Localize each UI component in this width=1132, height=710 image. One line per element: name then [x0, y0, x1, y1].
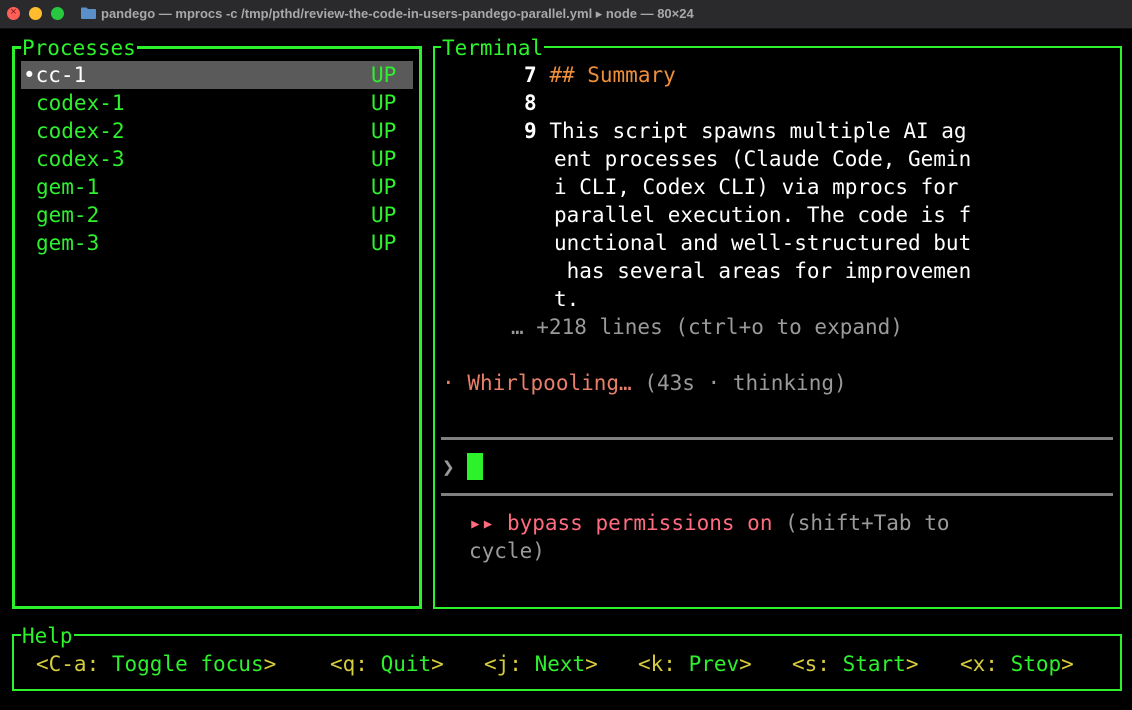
status-word: Whirlpooling… [467, 371, 632, 395]
help-toggle-focus: <C-a: Toggle focus> [36, 650, 276, 678]
help-key: <q: [330, 652, 368, 676]
process-name: gem-2 [36, 203, 100, 227]
process-status: UP [371, 231, 397, 255]
help-close: > [585, 652, 598, 676]
process-name: gem-1 [36, 175, 100, 199]
process-name: gem-3 [36, 231, 100, 255]
wrapped-line: has several areas for improvemen [554, 259, 972, 283]
process-item-codex-1[interactable]: codex-1 UP [36, 89, 408, 117]
prompt-divider-top [441, 437, 1113, 440]
help-close: > [739, 652, 752, 676]
close-window-button[interactable]: × [7, 6, 20, 20]
wrapped-line: ent processes (Claude Code, Gemin [554, 147, 972, 171]
close-icon: × [10, 6, 17, 18]
help-key: <k: [638, 652, 676, 676]
line-number: 9 [524, 119, 537, 143]
help-panel-title: Help [21, 624, 74, 648]
line-text: This script spawns multiple AI ag [549, 119, 967, 143]
process-item-cc-1[interactable]: •cc-1 UP [23, 61, 408, 89]
help-key: <C-a: [36, 652, 100, 676]
process-name: codex-1 [36, 91, 125, 115]
expand-more-lines[interactable]: … +218 lines (ctrl+o to expand) [511, 313, 903, 341]
help-key: <j: [484, 652, 522, 676]
code-line-8: 8 [524, 89, 549, 117]
window-title: pandego — mprocs -c /tmp/pthd/review-the… [101, 6, 694, 21]
terminal-panel-title: Terminal [441, 36, 545, 60]
zoom-window-button[interactable] [51, 7, 64, 20]
help-close: > [263, 652, 277, 676]
process-item-codex-2[interactable]: codex-2 UP [36, 117, 408, 145]
help-next: <j: Next> [484, 650, 598, 678]
wrapped-line: i CLI, Codex CLI) via mprocs for [554, 175, 959, 199]
wrapped-line: unctional and well-structured but [554, 231, 972, 255]
prompt-divider-bottom [441, 493, 1113, 496]
process-status: UP [371, 203, 397, 227]
help-label: Start [842, 652, 906, 676]
process-name: •cc-1 [23, 63, 87, 87]
process-status: UP [371, 147, 397, 171]
help-stop: <x: Stop> [960, 650, 1074, 678]
fast-forward-icon: ▸▸ [469, 511, 495, 535]
line-number: 7 [524, 63, 537, 87]
mode-hint: (shift+Tab to [785, 511, 950, 535]
process-item-gem-2[interactable]: gem-2 UP [36, 201, 408, 229]
wrapped-line: t. [554, 287, 580, 311]
code-line-9: 9 This script spawns multiple AI ag [524, 117, 967, 145]
process-status: UP [371, 63, 397, 87]
help-quit: <q: Quit> [330, 650, 444, 678]
line-number: 8 [524, 91, 537, 115]
prompt-input-cursor[interactable] [467, 453, 483, 480]
wrapped-line: parallel execution. The code is f [554, 203, 972, 227]
mode-hint-continued: cycle) [469, 539, 545, 563]
help-key: <x: [960, 652, 998, 676]
help-key: <s: [792, 652, 830, 676]
thinking-status: · Whirlpooling… (43s · thinking) [442, 369, 847, 397]
help-close: > [431, 652, 444, 676]
process-name: codex-2 [36, 119, 125, 143]
status-detail: (43s · thinking) [644, 371, 847, 395]
process-item-codex-3[interactable]: codex-3 UP [36, 145, 408, 173]
process-status: UP [371, 119, 397, 143]
help-label: Next [534, 652, 586, 676]
processes-panel-title: Processes [21, 36, 137, 60]
line-text: ## Summary [549, 63, 676, 87]
help-label: Stop [1010, 652, 1062, 676]
help-label: Quit [380, 652, 432, 676]
help-prev: <k: Prev> [638, 650, 752, 678]
process-item-gem-1[interactable]: gem-1 UP [36, 173, 408, 201]
help-start: <s: Start> [792, 650, 918, 678]
permission-mode-indicator: ▸▸ bypass permissions on (shift+Tab to [469, 509, 950, 537]
help-label: Prev [688, 652, 740, 676]
help-close: > [1061, 652, 1074, 676]
minimize-window-button[interactable] [29, 7, 42, 20]
mode-label: bypass permissions on [506, 511, 773, 535]
process-status: UP [371, 175, 397, 199]
help-label: Toggle focus [111, 652, 264, 676]
process-status: UP [371, 91, 397, 115]
status-dot: · [442, 371, 455, 395]
window-titlebar: × pandego — mprocs -c /tmp/pthd/review-t… [0, 0, 1132, 29]
process-item-gem-3[interactable]: gem-3 UP [36, 229, 408, 257]
code-line-7: 7 ## Summary [524, 61, 676, 89]
help-close: > [905, 652, 919, 676]
folder-icon [81, 7, 96, 19]
process-name: codex-3 [36, 147, 125, 171]
prompt-chevron-icon: ❯ [442, 455, 455, 479]
